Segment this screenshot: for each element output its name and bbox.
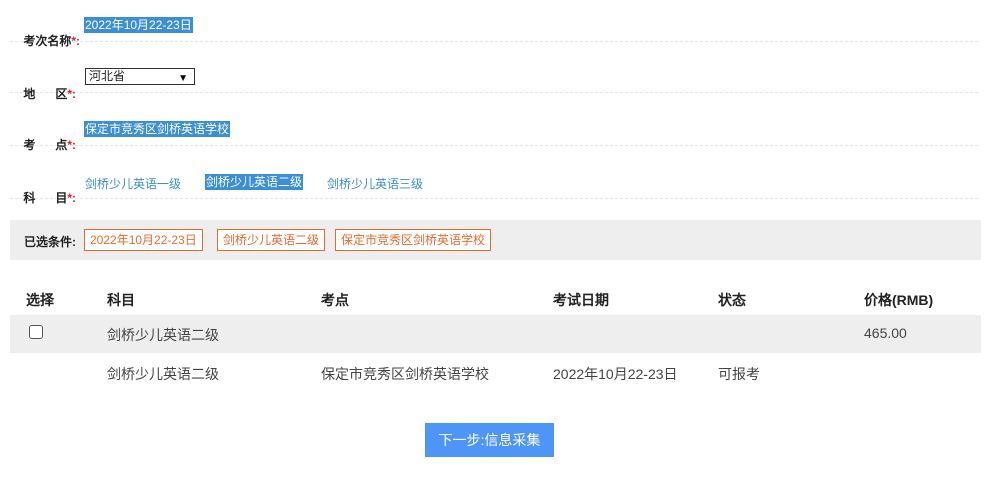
region-select[interactable]: 河北省 ▼	[85, 68, 195, 85]
selected-filters-label: 已选条件:	[24, 235, 76, 249]
col-header-status: 状态	[718, 292, 746, 308]
row-site: 保定市竞秀区剑桥英语学校	[321, 366, 489, 382]
subject-row: 科 目*: 剑桥少儿英语一级 剑桥少儿英语二级 剑桥少儿英语三级	[10, 145, 978, 205]
next-step-button[interactable]: 下一步:信息采集	[425, 423, 554, 457]
select-checkbox[interactable]	[29, 325, 43, 339]
exam-site-row: 考 点*: 保定市竞秀区剑桥英语学校	[10, 92, 978, 152]
col-header-subject: 科目	[107, 292, 135, 308]
subject-option-level-1[interactable]: 剑桥少儿英语一级	[85, 175, 181, 192]
region-select-value: 河北省	[89, 69, 126, 83]
table-row-detail: 剑桥少儿英语二级 保定市竞秀区剑桥英语学校 2022年10月22-23日 可报考	[10, 354, 981, 392]
row-subject: 剑桥少儿英语二级	[107, 366, 219, 382]
chevron-down-icon: ▼	[178, 73, 188, 84]
filter-tag-subject[interactable]: 剑桥少儿英语二级	[217, 229, 326, 251]
exam-session-row: 考次名称*: 2022年10月22-23日	[10, 0, 978, 48]
row-subject: 剑桥少儿英语二级	[107, 327, 219, 343]
row-date: 2022年10月22-23日	[553, 366, 678, 382]
col-header-select: 选择	[26, 292, 54, 308]
col-header-site: 考点	[321, 292, 349, 308]
subject-option-level-2[interactable]: 剑桥少儿英语二级	[205, 174, 304, 190]
filter-tag-site[interactable]: 保定市竞秀区剑桥英语学校	[335, 229, 492, 251]
exam-session-value[interactable]: 2022年10月22-23日	[84, 17, 193, 33]
region-row: 地 区*: 河北省 ▼	[10, 41, 978, 101]
table-row-group: 剑桥少儿英语二级 465.00	[10, 315, 981, 353]
filter-tag-session[interactable]: 2022年10月22-23日	[84, 229, 203, 251]
row-status: 可报考	[718, 366, 760, 382]
col-header-date: 考试日期	[553, 292, 609, 308]
exam-site-value[interactable]: 保定市竞秀区剑桥英语学校	[84, 121, 231, 137]
row-price: 465.00	[864, 325, 907, 341]
col-header-price: 价格(RMB)	[864, 292, 934, 308]
selected-filters-bar: 已选条件: 2022年10月22-23日 剑桥少儿英语二级 保定市竞秀区剑桥英语…	[10, 220, 981, 260]
subject-label: 科 目*:	[23, 191, 77, 205]
subject-option-level-3[interactable]: 剑桥少儿英语三级	[327, 175, 423, 192]
required-mark: *:	[67, 191, 77, 205]
